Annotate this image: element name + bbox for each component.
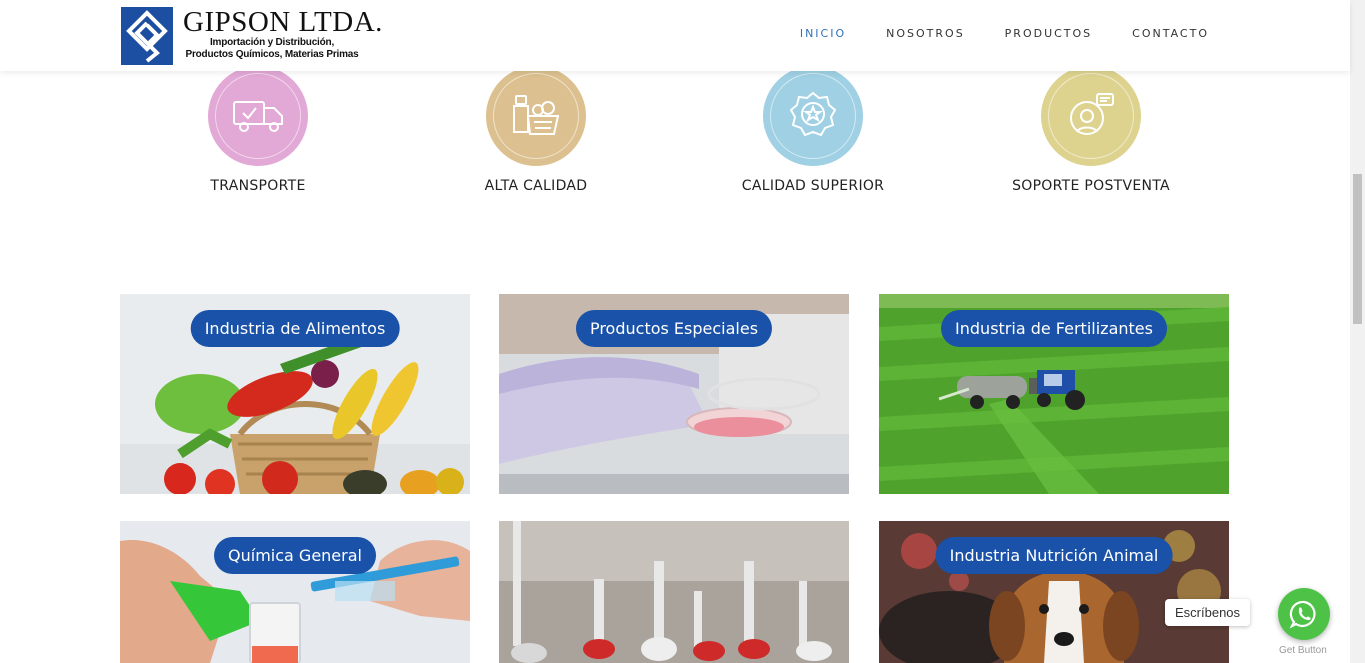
- feature-label: CALIDAD SUPERIOR: [741, 178, 885, 194]
- truck-icon: [208, 66, 308, 166]
- card-industria-nutricion-animal[interactable]: Industria Nutrición Animal: [879, 521, 1229, 663]
- feature-calidad-superior: CALIDAD SUPERIOR: [703, 66, 923, 194]
- card-label[interactable]: Química General: [214, 537, 376, 574]
- whatsapp-icon: [1289, 600, 1316, 629]
- card-productos-especiales[interactable]: Productos Especiales: [499, 294, 849, 494]
- feature-label: SOPORTE POSTVENTA: [1012, 178, 1170, 194]
- page: GIPSON LTDA. Importación y Distribución,…: [0, 0, 1365, 663]
- site-header: GIPSON LTDA. Importación y Distribución,…: [0, 0, 1350, 71]
- card-label[interactable]: Industria Nutrición Animal: [935, 537, 1173, 574]
- logo[interactable]: GIPSON LTDA. Importación y Distribución,…: [121, 7, 383, 65]
- card-label[interactable]: Industria de Fertilizantes: [941, 310, 1167, 347]
- logo-subtitle-1: Importación y Distribución,: [209, 37, 335, 48]
- whatsapp-bubble[interactable]: Escríbenos: [1165, 599, 1251, 626]
- test-tubes-image: [499, 521, 849, 663]
- card-label[interactable]: Industria de Alimentos: [190, 310, 400, 347]
- feature-transporte: TRANSPORTE: [148, 66, 368, 194]
- feature-label: TRANSPORTE: [210, 178, 306, 194]
- card-quimica-general[interactable]: Química General: [120, 521, 470, 663]
- main-nav: INICIO NOSOTROS PRODUCTOS CONTACTO: [800, 27, 1209, 40]
- get-button-label[interactable]: Get Button: [1279, 645, 1327, 656]
- card-laboratory-tubes[interactable]: [499, 521, 849, 663]
- logo-subtitle-2: Productos Químicos, Materias Primas: [185, 49, 359, 60]
- card-industria-alimentos[interactable]: Industria de Alimentos: [120, 294, 470, 494]
- logo-mark-icon: [121, 7, 173, 65]
- whatsapp-button[interactable]: [1278, 588, 1330, 640]
- scrollbar-thumb[interactable]: [1353, 174, 1362, 324]
- food-basket-icon: [486, 66, 586, 166]
- feature-soporte-postventa: SOPORTE POSTVENTA: [981, 66, 1201, 194]
- logo-title: GIPSON LTDA.: [183, 6, 383, 38]
- nav-productos[interactable]: PRODUCTOS: [1005, 27, 1093, 40]
- nav-inicio[interactable]: INICIO: [800, 27, 846, 40]
- feature-alta-calidad: ALTA CALIDAD: [426, 66, 646, 194]
- feature-label: ALTA CALIDAD: [484, 178, 588, 194]
- support-headset-icon: [1041, 66, 1141, 166]
- quality-badge-icon: [763, 66, 863, 166]
- card-label[interactable]: Productos Especiales: [575, 310, 773, 347]
- nav-nosotros[interactable]: NOSOTROS: [886, 27, 965, 40]
- page-scrollbar[interactable]: [1350, 0, 1365, 663]
- card-industria-fertilizantes[interactable]: Industria de Fertilizantes: [879, 294, 1229, 494]
- nav-contacto[interactable]: CONTACTO: [1132, 27, 1209, 40]
